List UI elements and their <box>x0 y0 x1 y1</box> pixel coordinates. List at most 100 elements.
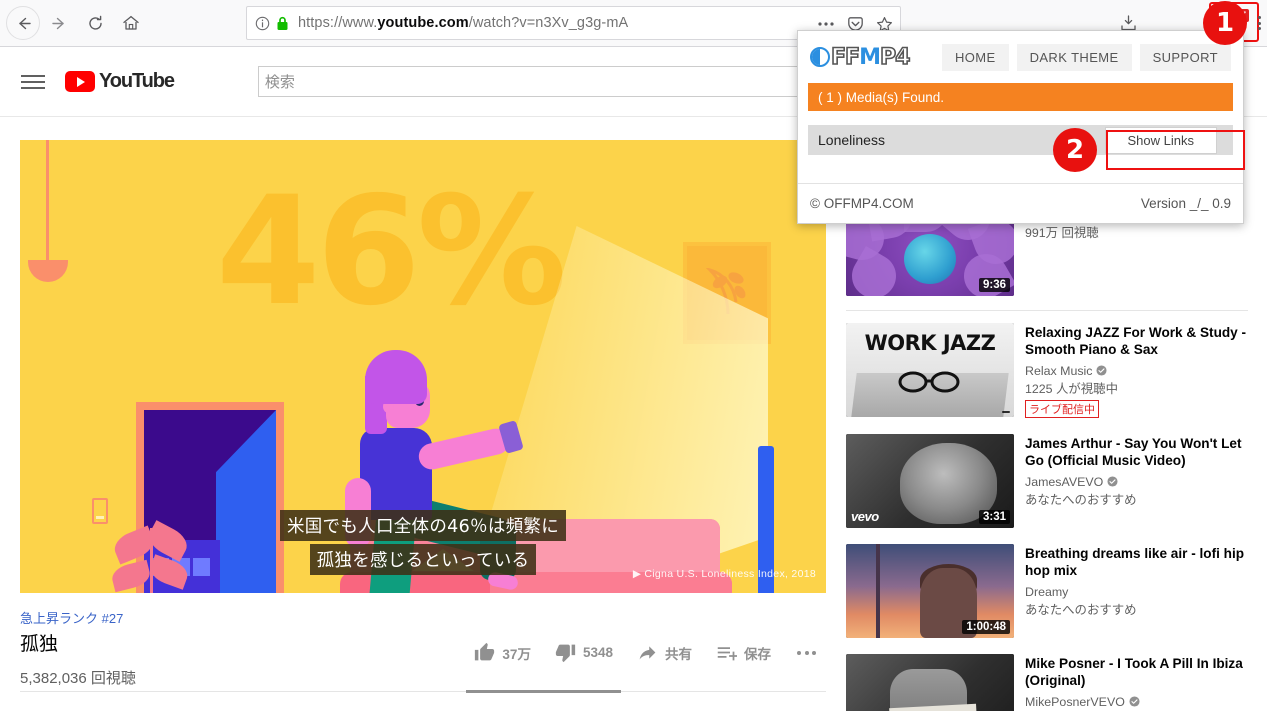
youtube-logo[interactable]: YouTube <box>65 70 175 93</box>
person-hair <box>365 350 427 404</box>
video-info: 急上昇ランク #27 孤独 5,382,036 回視聴 37万 5348 共有 <box>20 608 826 688</box>
video-captions: 米国でも人口全体の46％は頻繁に 孤独を感じるといっている <box>20 510 826 575</box>
list-item[interactable]: vevo 3:31 James Arthur - Say You Won't L… <box>846 428 1248 538</box>
video-actions: 37万 5348 共有 保存 <box>462 642 826 663</box>
offmp4-logo: FF M P4 <box>810 44 911 71</box>
nav-dark-theme[interactable]: DARK THEME <box>1016 43 1132 71</box>
media-found-banner: ( 1 ) Media(s) Found. <box>808 83 1233 111</box>
save-button[interactable]: 保存 <box>704 642 783 663</box>
video-thumbnail[interactable]: vevo 3:31 <box>846 433 1014 528</box>
save-label: 保存 <box>744 646 771 662</box>
media-item-name: Loneliness <box>818 132 885 148</box>
copyright-text: © OFFMP4.COM <box>810 196 914 211</box>
view-count: 991万 回視聴 <box>1025 226 1099 240</box>
browser-window: https://www.youtube.com/watch?v=n3Xv_g3g… <box>0 0 1267 711</box>
version-text: Version _/_ 0.9 <box>1140 196 1231 211</box>
lamp-shade <box>28 260 68 282</box>
video-meta-row: 5,382,036 回視聴 <box>20 667 826 688</box>
popup-footer: © OFFMP4.COM Version _/_ 0.9 <box>798 183 1243 223</box>
thumbs-up-icon <box>475 642 495 661</box>
channel-name: JamesAVEVO <box>1025 474 1104 489</box>
save-to-playlist-icon <box>717 647 737 661</box>
annotation-step-2: 2 <box>1053 128 1097 172</box>
info-divider <box>20 691 826 692</box>
work-jazz-thumb: WORK JAZZ <box>846 323 1014 417</box>
share-arrow-icon <box>639 646 656 660</box>
youtube-logo-text: YouTube <box>99 70 175 92</box>
home-icon[interactable] <box>114 6 148 40</box>
more-options-button[interactable] <box>783 650 826 655</box>
video-thumbnail[interactable]: 1:00:48 <box>846 543 1014 638</box>
channel-name-row: JamesAVEVO <box>1025 475 1248 489</box>
popup-header: FF M P4 HOME DARK THEME SUPPORT <box>798 31 1243 83</box>
video-info-block: Relaxing JAZZ For Work & Study - Smooth … <box>1025 323 1248 418</box>
search-input[interactable]: 検索 <box>257 66 833 97</box>
live-badge: ライブ配信中 <box>1025 399 1099 418</box>
hamburger-menu-icon[interactable] <box>21 70 45 94</box>
list-item[interactable]: WHY? vevo 4:40 Mike Posner - I Took A Pi… <box>846 648 1248 711</box>
more-options-icon <box>797 650 816 655</box>
dislike-count: 5348 <box>582 645 613 660</box>
lamp-cord <box>46 140 49 262</box>
caption-line-1: 米国でも人口全体の46％は頻繁に <box>279 510 567 541</box>
offmp4-logo-m: M <box>859 44 881 70</box>
video-info-block: Mike Posner - I Took A Pill In Ibiza (Or… <box>1025 654 1248 711</box>
video-title: Relaxing JAZZ For Work & Study - Smooth … <box>1025 325 1247 358</box>
video-thumbnail[interactable]: WHY? vevo 4:40 <box>846 653 1014 711</box>
list-item[interactable]: WORK JAZZ Relaxing JAZZ For Work & Study… <box>846 317 1248 428</box>
channel-name-row: Dreamy <box>1025 585 1248 599</box>
app-menu-icon[interactable] <box>1258 16 1261 30</box>
https-lock-icon[interactable] <box>276 16 289 31</box>
person-arm-extended <box>416 425 512 473</box>
offmp4-popup-panel[interactable]: FF M P4 HOME DARK THEME SUPPORT ( 1 ) Me… <box>797 30 1244 224</box>
video-duration: 9:36 <box>978 278 1010 292</box>
share-button[interactable]: 共有 <box>625 642 704 663</box>
offmp4-logo-p4: P4 <box>879 44 911 71</box>
channel-name-row: MikePosnerVEVO <box>1025 695 1248 709</box>
active-section-underline <box>466 690 621 693</box>
channel-name: MikePosnerVEVO <box>1025 694 1125 709</box>
youtube-play-icon <box>65 71 95 92</box>
url-text: https://www.youtube.com/watch?v=n3Xv_g3g… <box>298 15 629 31</box>
video-title: Breathing dreams like air - lofi hip hop… <box>1025 545 1245 579</box>
nav-support[interactable]: SUPPORT <box>1139 43 1231 71</box>
popup-nav: HOME DARK THEME SUPPORT <box>941 43 1231 71</box>
nav-home[interactable]: HOME <box>941 43 1009 71</box>
video-thumbnail[interactable]: WORK JAZZ <box>846 323 1014 417</box>
video-info-block: James Arthur - Say You Won't Let Go (Off… <box>1025 434 1248 528</box>
offmp4-logo-ff: FF <box>830 44 861 71</box>
share-label: 共有 <box>665 646 692 662</box>
forward-arrow-icon[interactable] <box>42 6 76 40</box>
mike-posner-thumb: WHY? <box>846 653 1014 711</box>
vevo-logo: vevo <box>851 508 879 524</box>
video-player[interactable]: 46% ▶ Cigna U.S. Loneliness Index, 2018 … <box>20 140 826 593</box>
channel-name: Dreamy <box>1025 584 1069 599</box>
like-button[interactable]: 37万 <box>462 642 543 663</box>
caption-line-2: 孤独を感じるといっている <box>309 544 537 575</box>
page-info-icon[interactable] <box>255 16 270 31</box>
dislike-button[interactable]: 5348 <box>543 642 625 663</box>
video-duration: 1:00:48 <box>962 619 1010 634</box>
annotation-step-1: 1 <box>1203 1 1247 45</box>
channel-name: Relax Music <box>1025 363 1093 378</box>
video-title: Mike Posner - I Took A Pill In Ibiza (Or… <box>1025 655 1243 689</box>
video-duration <box>1002 411 1010 413</box>
show-links-button[interactable]: Show Links <box>1104 126 1217 154</box>
video-duration: 3:31 <box>978 509 1010 524</box>
media-item-row: Loneliness Show Links <box>808 125 1233 155</box>
list-divider <box>846 310 1248 311</box>
list-item[interactable]: 1:00:48 Breathing dreams like air - lofi… <box>846 538 1248 648</box>
view-count: 1225 人が視聴中 <box>1025 381 1118 396</box>
offmp4-circle-icon <box>810 47 830 67</box>
trending-rank-link[interactable]: 急上昇ランク #27 <box>20 608 826 627</box>
video-illustration: 46% ▶ Cigna U.S. Loneliness Index, 2018 … <box>20 140 826 593</box>
channel-name-row: Relax Music <box>1025 364 1248 378</box>
verified-badge-icon <box>1129 696 1140 707</box>
view-count: 5,382,036 回視聴 <box>20 670 136 687</box>
back-arrow-icon[interactable] <box>6 6 40 40</box>
search-placeholder: 検索 <box>264 74 295 91</box>
view-count: あなたへのおすすめ <box>1025 492 1137 507</box>
verified-badge-icon <box>1096 365 1108 376</box>
like-count: 37万 <box>502 646 531 662</box>
reload-icon[interactable] <box>78 6 112 40</box>
